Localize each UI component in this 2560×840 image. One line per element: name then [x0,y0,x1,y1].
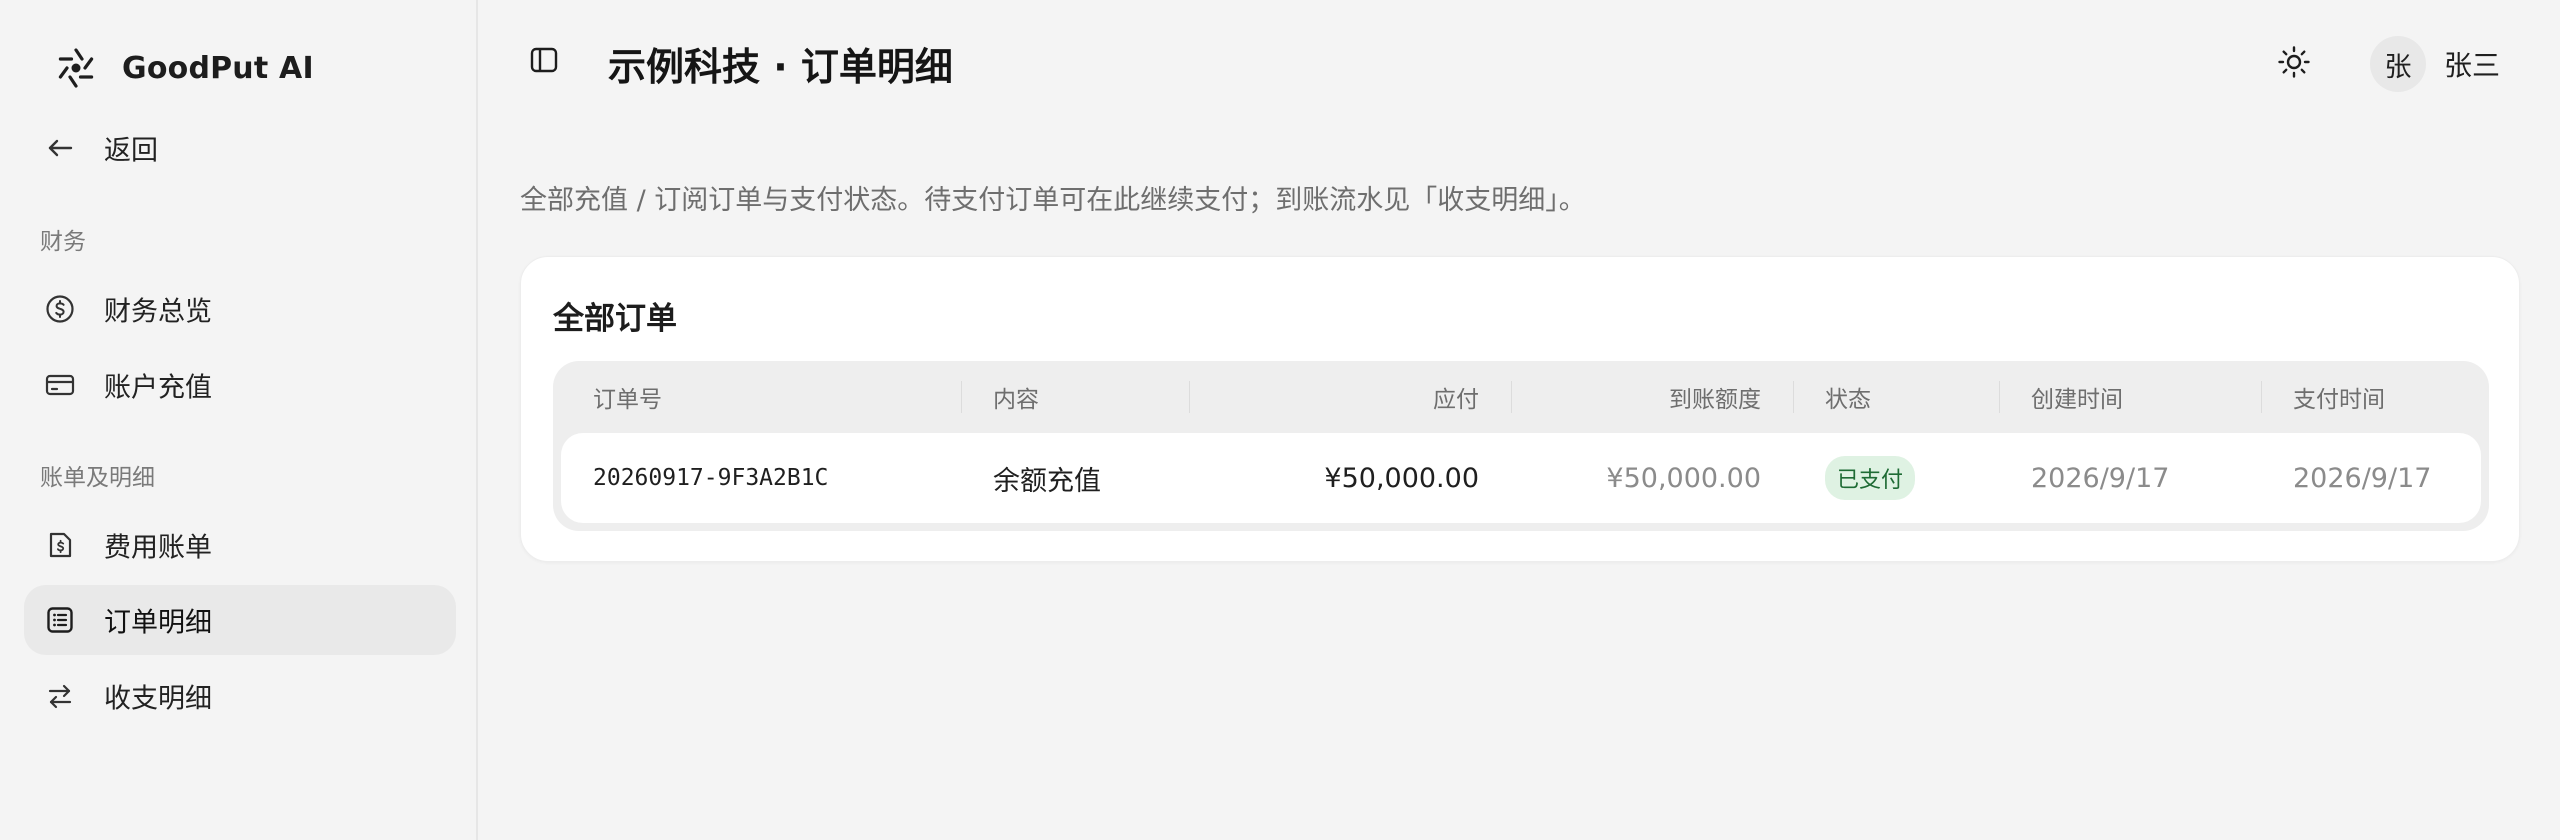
sidebar-panel-icon [529,45,559,79]
main-content: 示例科技 · 订单明细 张 张三 全部充值 / 订阅订单与支付状态。待支付订单可… [478,0,2560,840]
column-header-paid: 支付时间 [2293,387,2385,413]
swap-arrows-icon [44,680,76,712]
cell-content: 余额充值 [993,465,1101,497]
column-divider [961,381,962,413]
orders-card: 全部订单 订单号 内容 应付 到账额度 状态 创建时间 支付时间 2026091… [520,256,2520,562]
credit-card-icon [44,369,76,401]
sidebar-item-label: 账户充值 [104,372,212,404]
table-row[interactable]: 20260917-9F3A2B1C 余额充值 ¥50,000.00 ¥50,00… [561,433,2481,523]
receipt-dollar-icon [44,529,76,561]
dollar-circle-icon [44,293,76,325]
page-title: 示例科技 · 订单明细 [608,45,953,89]
column-divider [2261,381,2262,413]
column-header-status: 状态 [1825,387,1871,413]
aperture-icon [52,44,100,92]
sidebar-item-label: 财务总览 [104,296,212,328]
sidebar-item-label: 收支明细 [104,683,212,715]
avatar[interactable]: 张 [2370,36,2426,92]
sidebar-item-label: 订单明细 [104,607,212,639]
cell-payable: ¥50,000.00 [1324,462,1479,494]
orders-table: 订单号 内容 应付 到账额度 状态 创建时间 支付时间 20260917-9F3… [553,361,2489,531]
brand-name: GoodPut AI [122,50,314,86]
cell-status: 已支付 [1825,433,1916,523]
sidebar-item-order-details[interactable]: 订单明细 [24,585,456,655]
back-button[interactable]: 返回 [24,116,456,180]
arrow-left-icon [44,132,76,164]
page-description: 全部充值 / 订阅订单与支付状态。待支付订单可在此继续支付；到账流水见「收支明细… [520,185,1586,216]
cell-created: 2026/9/17 [2031,462,2170,494]
sidebar-item-label: 费用账单 [104,532,212,564]
brand[interactable]: GoodPut AI [52,40,314,96]
column-header-content: 内容 [993,387,1039,413]
column-header-order-no: 订单号 [593,387,662,413]
section-title-finance: 财务 [40,229,86,255]
sidebar-item-finance-overview[interactable]: 财务总览 [24,274,456,344]
sidebar-item-expense-bills[interactable]: 费用账单 [24,510,456,580]
list-icon [44,604,76,636]
status-badge: 已支付 [1825,456,1916,500]
app-root: GoodPut AI 返回 财务 财务总览 账户充值 账单及明细 费用账单 订单… [0,0,2560,840]
sidebar-item-income-expense[interactable]: 收支明细 [24,661,456,731]
column-header-payable: 应付 [1433,387,1479,413]
section-title-bills: 账单及明细 [40,465,155,491]
cell-credited: ¥50,000.00 [1606,462,1761,494]
sidebar: GoodPut AI 返回 财务 财务总览 账户充值 账单及明细 费用账单 订单… [0,0,478,840]
sidebar-item-account-topup[interactable]: 账户充值 [24,350,456,420]
sidebar-toggle-button[interactable] [526,44,562,80]
theme-toggle-button[interactable] [2274,44,2314,84]
column-header-credited: 到账额度 [1669,387,1761,413]
cell-paid: 2026/9/17 [2293,462,2432,494]
column-divider [1999,381,2000,413]
column-header-created: 创建时间 [2031,387,2123,413]
card-title: 全部订单 [553,301,677,337]
column-divider [1793,381,1794,413]
user-name[interactable]: 张三 [2444,44,2500,84]
back-label: 返回 [104,135,158,167]
cell-order-no: 20260917-9F3A2B1C [593,465,829,491]
sun-icon [2277,45,2311,83]
